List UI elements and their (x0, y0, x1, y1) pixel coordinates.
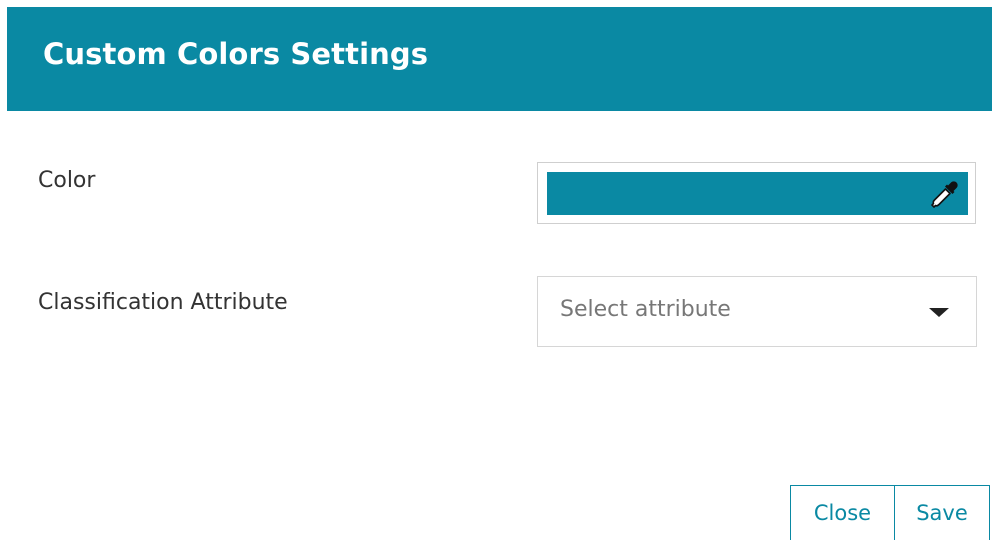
dialog-title: Custom Colors Settings (43, 37, 429, 71)
eyedropper-icon[interactable] (930, 179, 960, 209)
select-placeholder: Select attribute (560, 297, 731, 322)
close-button[interactable]: Close (790, 485, 895, 540)
chevron-down-icon[interactable] (929, 308, 949, 317)
dialog-header: Custom Colors Settings (7, 7, 992, 111)
save-button[interactable]: Save (895, 485, 990, 540)
custom-colors-dialog: Custom Colors Settings Color Classificat… (0, 0, 992, 540)
dialog-footer-buttons: Close Save (790, 485, 990, 540)
color-label: Color (38, 168, 96, 193)
classification-attribute-label: Classification Attribute (38, 290, 288, 315)
classification-attribute-select[interactable]: Select attribute (537, 276, 977, 347)
color-swatch[interactable] (547, 172, 968, 215)
color-picker[interactable] (537, 162, 976, 224)
